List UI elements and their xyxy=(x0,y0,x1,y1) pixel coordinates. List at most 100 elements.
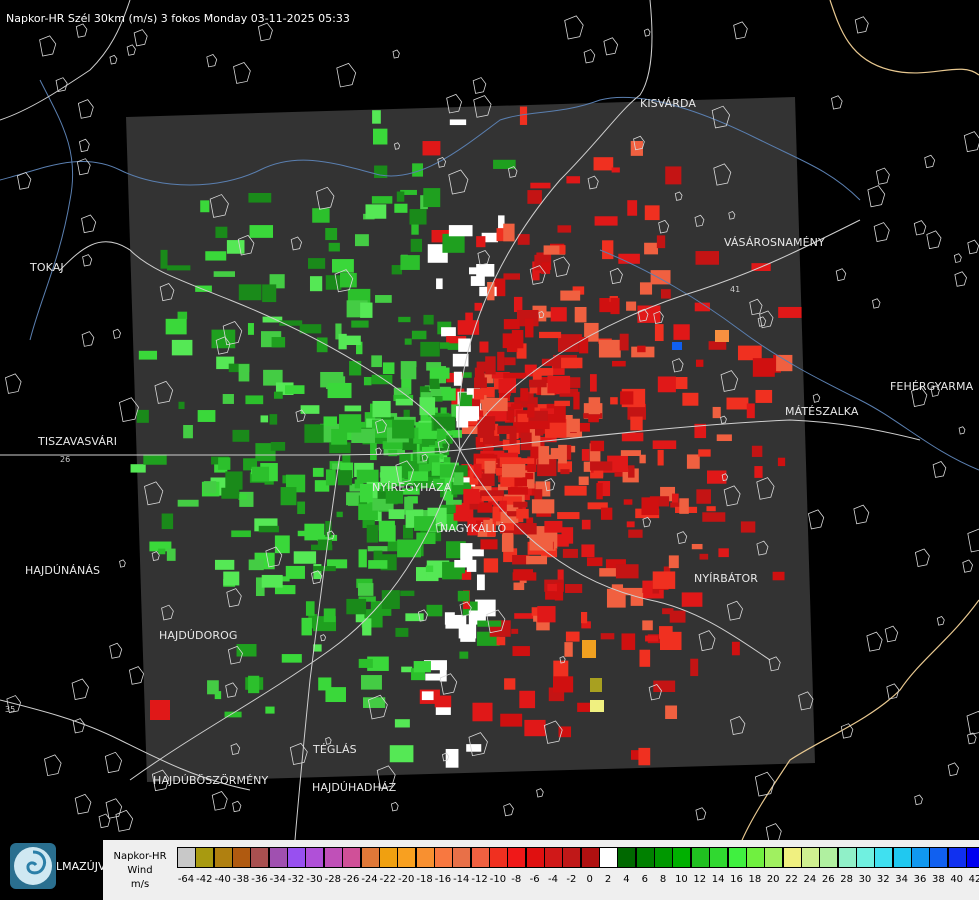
wind-echo-cell xyxy=(218,457,231,470)
city-label-kisvarda: KISVÁRDA xyxy=(640,97,697,110)
wind-echo-cell xyxy=(746,403,755,419)
wind-echo-cell xyxy=(566,418,580,433)
wind-echo-cell xyxy=(612,360,626,367)
settlement-outline xyxy=(336,62,357,88)
wind-echo-cell xyxy=(562,548,578,558)
wind-echo-cell xyxy=(349,360,362,376)
wind-echo-cell xyxy=(248,192,272,203)
wind-echo-cell xyxy=(358,658,373,668)
wind-echo-cell xyxy=(565,584,583,593)
wind-echo-cell xyxy=(308,258,326,269)
wind-echo-cell xyxy=(716,434,732,442)
settlement-outline xyxy=(119,559,126,568)
legend-swatch xyxy=(507,847,527,868)
wind-echo-cell xyxy=(740,521,756,533)
wind-echo-cell xyxy=(370,442,377,461)
wind-echo-cell xyxy=(461,573,472,580)
wind-echo-cell xyxy=(448,225,473,237)
wind-echo-cell xyxy=(165,318,187,335)
legend-swatch xyxy=(911,847,930,868)
wind-echo-cell xyxy=(195,285,212,292)
wind-echo-cell xyxy=(550,307,567,322)
legend-swatch xyxy=(782,847,802,868)
settlement-outline xyxy=(936,615,945,626)
wind-echo-cell xyxy=(400,255,420,270)
wind-echo-cell xyxy=(429,367,450,379)
legend-swatch xyxy=(947,847,967,868)
city-label-hajdunanas: HAJDÚNÁNÁS xyxy=(25,564,101,577)
wind-echo-cell xyxy=(223,571,240,586)
wind-echo-cell xyxy=(626,521,635,528)
city-label-tiszavasvari: TISZAVASVÁRI xyxy=(38,435,118,448)
wind-echo-cell xyxy=(529,387,538,394)
settlement-outline xyxy=(913,220,927,236)
legend-swatch xyxy=(929,847,949,868)
legend-swatch xyxy=(800,847,820,868)
wind-echo-cell xyxy=(558,444,567,464)
wind-echo-cell xyxy=(630,593,644,606)
wind-echo-cell xyxy=(249,225,274,238)
wind-echo-cell xyxy=(503,372,527,379)
city-label-mateszalka: MÁTÉSZALKA xyxy=(785,405,859,418)
wind-echo-cell xyxy=(336,511,343,518)
wind-echo-cell xyxy=(519,690,536,709)
wind-echo-cell xyxy=(358,549,367,568)
wind-echo-cell xyxy=(411,330,427,340)
settlement-outline xyxy=(695,807,707,821)
wind-echo-cell xyxy=(397,539,421,558)
wind-echo-cell xyxy=(718,548,729,558)
wind-echo-cell xyxy=(559,245,566,255)
wind-echo-cell xyxy=(699,553,709,560)
wind-echo-cell xyxy=(503,223,515,242)
wind-echo-cell xyxy=(737,345,762,361)
wind-echo-cell xyxy=(669,610,686,623)
settlement-outline xyxy=(754,771,775,797)
wind-echo-cell xyxy=(682,392,699,406)
settlement-outline xyxy=(564,15,584,40)
wind-echo-cell xyxy=(581,519,591,530)
wind-echo-cell xyxy=(540,262,551,274)
legend-swatch xyxy=(232,847,252,868)
wind-echo-cell xyxy=(238,284,262,301)
settlement-outline xyxy=(967,528,979,553)
wind-echo-cell xyxy=(361,675,382,690)
wind-echo-cell xyxy=(627,200,638,216)
wind-echo-cell xyxy=(388,449,398,457)
wind-echo-cell xyxy=(672,342,682,350)
settlement-outline xyxy=(78,138,90,153)
river xyxy=(29,79,74,341)
wind-echo-cell xyxy=(231,530,251,538)
wind-echo-cell xyxy=(485,356,496,375)
wind-echo-cell xyxy=(325,469,336,486)
legend-source: Napkor-HR xyxy=(113,851,167,862)
legend-swatch xyxy=(305,847,325,868)
settlement-outline xyxy=(206,53,218,68)
wind-echo-cell xyxy=(566,176,581,184)
wind-echo-cell xyxy=(511,330,524,349)
wind-echo-cell xyxy=(628,465,635,478)
wind-echo-cell xyxy=(600,633,615,640)
wind-echo-cell xyxy=(513,296,523,313)
legend-swatch xyxy=(488,847,508,868)
wind-echo-cell xyxy=(527,190,542,204)
wind-echo-cell xyxy=(509,427,517,446)
wind-echo-cell xyxy=(368,560,388,569)
wind-echo-cell xyxy=(520,432,532,451)
wind-echo-cell xyxy=(449,119,467,126)
wind-echo-cell xyxy=(501,464,526,478)
legend-title: Napkor-HR Wind m/s xyxy=(107,850,173,892)
wind-echo-cell xyxy=(265,706,275,714)
wind-echo-cell xyxy=(593,157,614,171)
wind-echo-cell xyxy=(660,289,671,299)
wind-echo-cell xyxy=(367,546,388,552)
wind-echo-cell xyxy=(236,644,257,657)
wind-echo-cell xyxy=(421,438,436,446)
settlement-outline xyxy=(536,788,544,798)
wind-echo-cell xyxy=(463,488,480,504)
wind-echo-cell xyxy=(691,543,703,550)
city-label-nyirbator: NYÍRBÁTOR xyxy=(694,572,758,585)
wind-echo-cell xyxy=(642,620,653,631)
wind-echo-cell xyxy=(715,330,729,342)
wind-echo-cell xyxy=(207,680,219,695)
wind-echo-cell xyxy=(453,504,469,521)
